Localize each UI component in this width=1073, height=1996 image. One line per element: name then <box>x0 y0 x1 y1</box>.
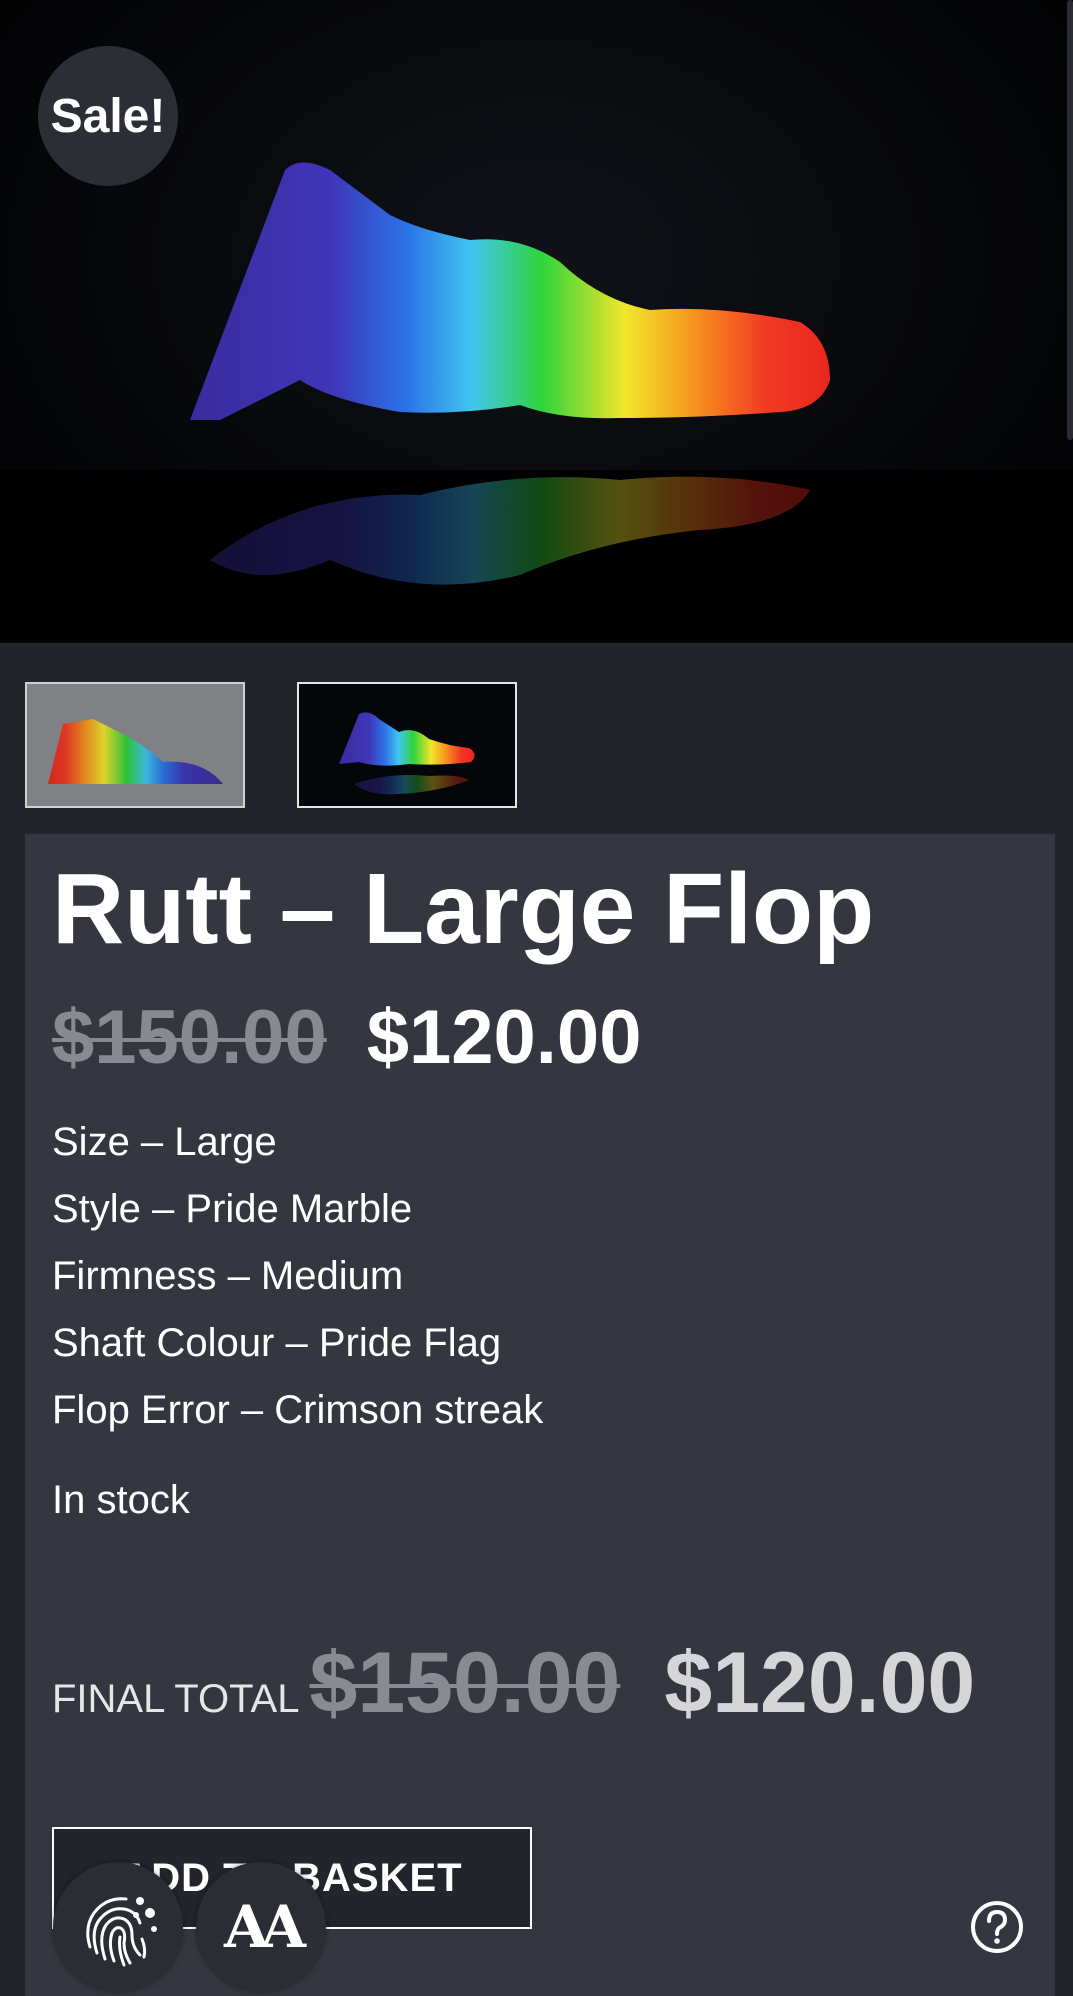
help-icon <box>971 1901 1023 1953</box>
final-total-old-price: $150.00 <box>309 1635 621 1731</box>
product-main-image[interactable]: Sale! <box>0 0 1073 643</box>
price-row: $150.00 $120.00 <box>52 994 641 1081</box>
regular-price: $150.00 <box>52 995 327 1080</box>
thumbnail-1[interactable] <box>25 682 245 808</box>
help-button[interactable] <box>932 1862 1062 1992</box>
cookie-settings-button[interactable] <box>53 1862 183 1992</box>
attribute-shaft-colour: Shaft Colour – Pride Flag <box>52 1321 502 1365</box>
product-summary: Rutt – Large Flop $150.00 $120.00 Size –… <box>25 834 1055 1996</box>
stock-status: In stock <box>52 1478 190 1522</box>
text-size-button[interactable]: AA <box>196 1862 326 1992</box>
attribute-flop-error: Flop Error – Crimson streak <box>52 1388 544 1432</box>
final-total: FINAL TOTAL $150.00 $120.00 <box>52 1634 975 1733</box>
product-attributes: Size – Large Style – Pride Marble Firmne… <box>52 1109 543 1444</box>
thumbnail-strip <box>25 682 517 808</box>
attribute-size: Size – Large <box>52 1120 277 1164</box>
text-size-icon: AA <box>223 1893 306 1961</box>
final-total-new-price: $120.00 <box>664 1635 976 1731</box>
thumbnail-2[interactable] <box>297 682 517 808</box>
thumbnail-1-image <box>48 719 223 784</box>
attribute-firmness: Firmness – Medium <box>52 1254 404 1298</box>
attribute-style: Style – Pride Marble <box>52 1187 413 1231</box>
sale-badge: Sale! <box>38 46 178 186</box>
image-scrollbar[interactable] <box>1067 0 1073 440</box>
product-title: Rutt – Large Flop <box>52 853 875 965</box>
fingerprint-cookie-icon <box>86 1897 157 1967</box>
thumbnail-2-image <box>299 684 515 806</box>
final-total-label: FINAL TOTAL <box>52 1677 300 1721</box>
sale-price: $120.00 <box>366 995 642 1080</box>
